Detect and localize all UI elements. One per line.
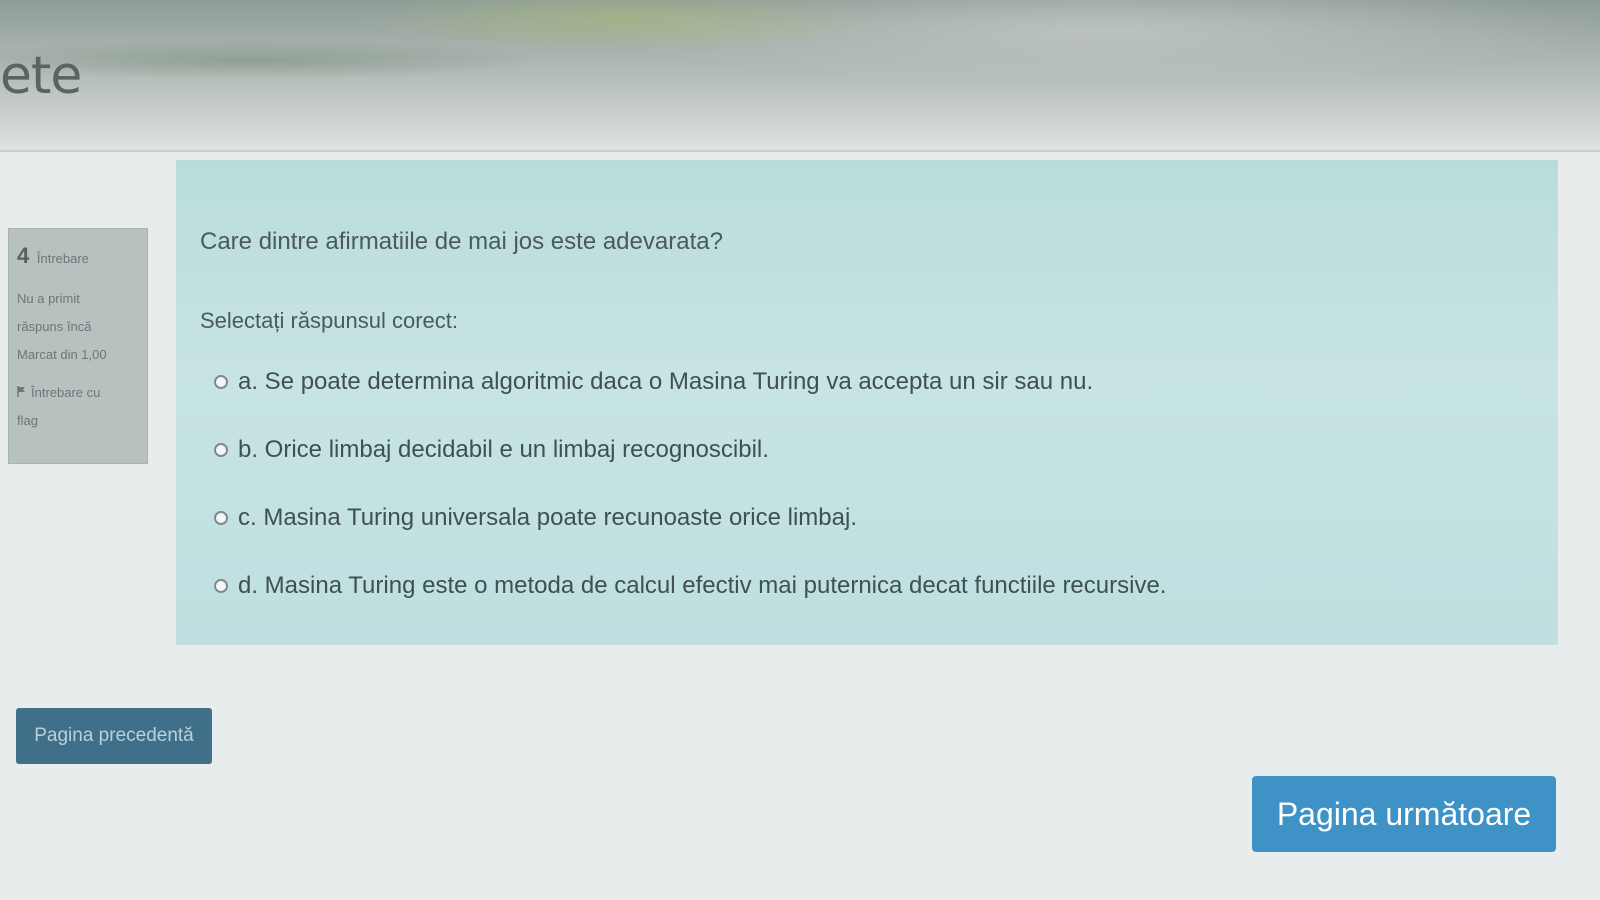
question-number-label: Întrebare — [36, 251, 89, 266]
flag-question-link[interactable]: Întrebare cu flag — [17, 379, 139, 435]
question-status-line2: răspuns încă — [17, 319, 92, 334]
answer-label[interactable]: d. Masina Turing este o metoda de calcul… — [238, 572, 1166, 600]
question-number-value: 4 — [17, 243, 30, 268]
question-text: Care dintre afirmatiile de mai jos este … — [200, 228, 723, 255]
answer-label[interactable]: a. Se poate determina algoritmic daca o … — [238, 368, 1093, 396]
flag-question-label-line2: flag — [17, 413, 38, 428]
radio-button[interactable] — [214, 511, 228, 525]
site-title: ete — [0, 46, 82, 106]
answer-option-d[interactable]: d. Masina Turing este o metoda de calcul… — [214, 552, 1558, 620]
answer-list: a. Se poate determina algoritmic daca o … — [200, 348, 1558, 620]
radio-button[interactable] — [214, 579, 228, 593]
answer-label[interactable]: b. Orice limbaj decidabil e un limbaj re… — [238, 436, 769, 464]
question-content: Care dintre afirmatiile de mai jos este … — [176, 160, 1558, 645]
answer-option-b[interactable]: b. Orice limbaj decidabil e un limbaj re… — [214, 416, 1558, 484]
header-banner — [0, 0, 1600, 150]
answer-label[interactable]: c. Masina Turing universala poate recuno… — [238, 504, 857, 532]
question-info-panel: 4 Întrebare Nu a primit răspuns încă Mar… — [8, 228, 148, 464]
previous-page-button[interactable]: Pagina precedentă — [16, 708, 212, 764]
radio-button[interactable] — [214, 443, 228, 457]
question-status-line1: Nu a primit — [17, 291, 80, 306]
flag-question-label-line1: Întrebare cu — [31, 385, 101, 400]
answer-option-c[interactable]: c. Masina Turing universala poate recuno… — [214, 484, 1558, 552]
header-divider — [0, 150, 1600, 152]
answer-option-a[interactable]: a. Se poate determina algoritmic daca o … — [214, 348, 1558, 416]
question-number: 4 Întrebare — [17, 243, 139, 269]
next-page-button[interactable]: Pagina următoare — [1252, 776, 1556, 852]
radio-button[interactable] — [214, 375, 228, 389]
flag-icon — [17, 379, 27, 407]
answer-prompt: Selectați răspunsul corect: — [200, 308, 459, 333]
question-marks: Marcat din 1,00 — [17, 347, 107, 362]
